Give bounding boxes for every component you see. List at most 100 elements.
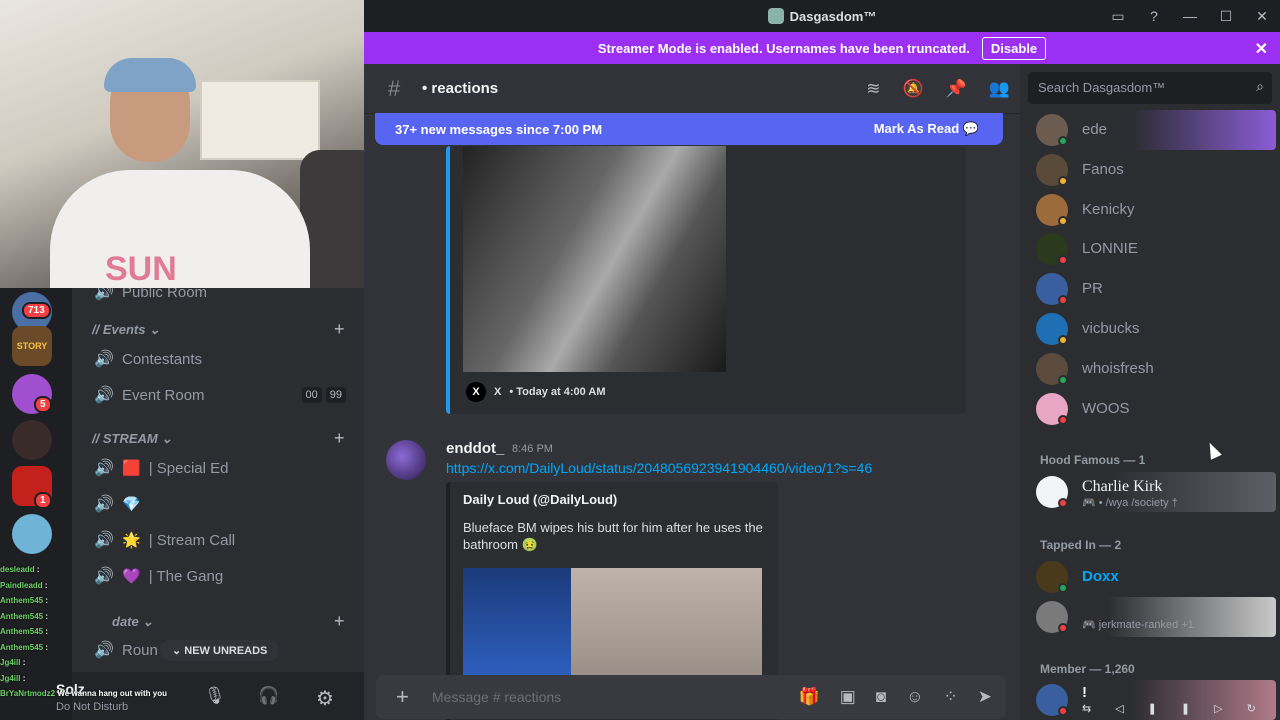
member-name: Fanos [1082,161,1124,178]
member-item[interactable]: Kenicky [1036,190,1276,230]
close-window-button[interactable]: ✕ [1244,0,1280,32]
window-title: Dasgasdom™ [767,8,876,24]
status-dot [1058,415,1068,425]
member-item[interactable]: 🎮 jerkmate-ranked +1 [1036,597,1276,637]
chat-text: We wanna hang out with you [57,689,167,698]
maximize-button[interactable]: ☐ [1208,0,1244,32]
member-item[interactable]: whoisfresh [1036,349,1276,389]
member-activity-text: jerkmate-ranked +1 [1098,619,1194,631]
pin-icon[interactable]: 📌 [946,79,967,99]
emoji-icon[interactable]: ☺ [906,687,923,707]
role-group-header: Hood Famous — 1 [1040,453,1146,467]
header-toolbar: ≋ 🔕 📌 👥 [866,79,1010,99]
add-channel-icon[interactable]: + [334,428,345,449]
member-item[interactable]: Doxx [1036,557,1276,597]
member-activity: 🎮 jerkmate-ranked +1 [1082,618,1194,631]
embed-thumbnail-right[interactable] [571,568,762,678]
chat-user: desleadd [0,565,35,574]
search-input[interactable] [1038,80,1238,95]
chat-line-1: desleadd : [0,565,100,581]
chat-text: : [45,611,49,621]
mark-as-read-button[interactable]: Mark As Read 💬 [874,121,979,137]
chat-user: Jg4ill [0,673,21,683]
category-events[interactable]: // Events ⌄ [92,322,160,338]
category-label: date [112,614,139,629]
channel-special-ed[interactable]: 🔊 🟥 | Special Ed [94,454,354,482]
message-input[interactable] [432,689,732,705]
message-timestamp: 8:46 PM [512,443,553,455]
banner-text: Streamer Mode is enabled. Usernames have… [597,40,970,56]
streamer-cap [104,58,196,92]
member-list-icon[interactable]: 👥 [989,79,1010,99]
embed-provider[interactable]: Daily Loud (@DailyLoud) [463,492,617,507]
category-label: // Events [92,322,146,337]
channel-event-room[interactable]: 🔊 Event Room 00 99 [94,381,354,409]
member-name: vicbucks [1082,320,1140,337]
server-icon-2[interactable]: STORY [12,326,52,366]
member-item[interactable]: WOOS [1036,389,1276,429]
mute-bell-icon[interactable]: 🔕 [902,79,923,99]
channel-name: • reactions [422,80,499,97]
help-icon[interactable]: ? [1136,0,1172,32]
gear-icon[interactable]: ⚙ [316,686,334,711]
send-icon[interactable]: ➤ [978,687,992,707]
apps-icon[interactable]: ⁘ [944,687,958,707]
chat-line-6: Anthem545 : [0,643,100,659]
disable-streamer-mode-button[interactable]: Disable [981,36,1047,60]
category-update[interactable]: date ⌄ [112,614,153,630]
chat-user: Anthem545 [0,627,44,636]
gif-icon[interactable]: ▣ [840,687,856,707]
message-link[interactable]: https://x.com/DailyLoud/status/204805692… [446,460,872,476]
member-item[interactable]: Charlie Kirk 🎮 • /wya /society † [1036,472,1276,512]
member-item[interactable]: PR [1036,269,1276,309]
app-logo-icon [767,8,784,24]
search-icon[interactable]: ⌕ [1256,78,1264,95]
microphone-icon[interactable]: 🎙 [204,686,226,706]
category-label: // STREAM [92,431,158,446]
status-dot [1058,583,1068,593]
attach-plus-icon[interactable]: + [396,684,409,710]
channel-stream-call[interactable]: 🔊 🌟 | Stream Call [94,526,354,554]
channel-diamond[interactable]: 🔊 💎 [94,490,354,518]
sticker-icon[interactable]: ◙ [876,687,886,707]
member-item[interactable]: LONNIE [1036,229,1276,269]
embed-footer: X X • Today at 4:00 AM [466,382,606,402]
member-name: PR [1082,280,1103,297]
add-channel-icon[interactable]: + [334,319,345,340]
banner-close-icon[interactable]: ✕ [1255,39,1268,59]
media-controls[interactable]: ⇆◁❚❚▷↻ [1082,702,1280,715]
headphones-icon[interactable]: 🎧 [258,686,279,706]
add-channel-icon[interactable]: + [334,611,345,632]
new-messages-bar[interactable]: 37+ new messages since 7:00 PM Mark As R… [375,113,1003,145]
channel-emoji: 💎 [122,496,141,513]
chat-user: Paindleadd [0,580,43,590]
channel-the-gang[interactable]: 🔊 💜 | The Gang [94,562,354,590]
new-messages-text: 37+ new messages since 7:00 PM [395,121,603,137]
inbox-icon[interactable]: ▭ [1100,0,1136,32]
voice-count-a: 00 [301,387,322,403]
status-dot [1058,136,1068,146]
chat-line-5: Anthem545 : [0,627,100,643]
channel-contestants[interactable]: 🔊 Contestants [94,345,354,373]
member-item[interactable]: ! ⇆◁❚❚▷↻ [1036,680,1276,720]
chat-user: Jg4ill [0,658,21,667]
new-unreads-button[interactable]: ⌄ NEW UNREADS [160,640,280,661]
member-item[interactable]: ede [1036,110,1276,150]
member-item[interactable]: vicbucks [1036,309,1276,349]
server-icon-4[interactable] [12,420,52,460]
member-name: ede [1082,121,1108,138]
chat-line-8: Jg4ill : [0,674,100,690]
threads-icon[interactable]: ≋ [866,79,880,99]
message-author[interactable]: enddot_ [446,440,504,457]
channel-emoji: 🟥 [122,460,141,477]
embed-image[interactable] [463,146,726,372]
avatar[interactable] [386,440,426,480]
embed-thumbnail-left[interactable] [463,568,571,678]
category-stream[interactable]: // STREAM ⌄ [92,431,172,447]
member-item[interactable]: Fanos [1036,150,1276,190]
minimize-button[interactable]: — [1172,0,1208,32]
gift-icon[interactable]: 🎁 [799,687,820,707]
status-dot [1058,335,1068,345]
member-activity: 🎮 • /wya /society † [1082,496,1178,509]
server-icon-6[interactable] [12,514,52,554]
